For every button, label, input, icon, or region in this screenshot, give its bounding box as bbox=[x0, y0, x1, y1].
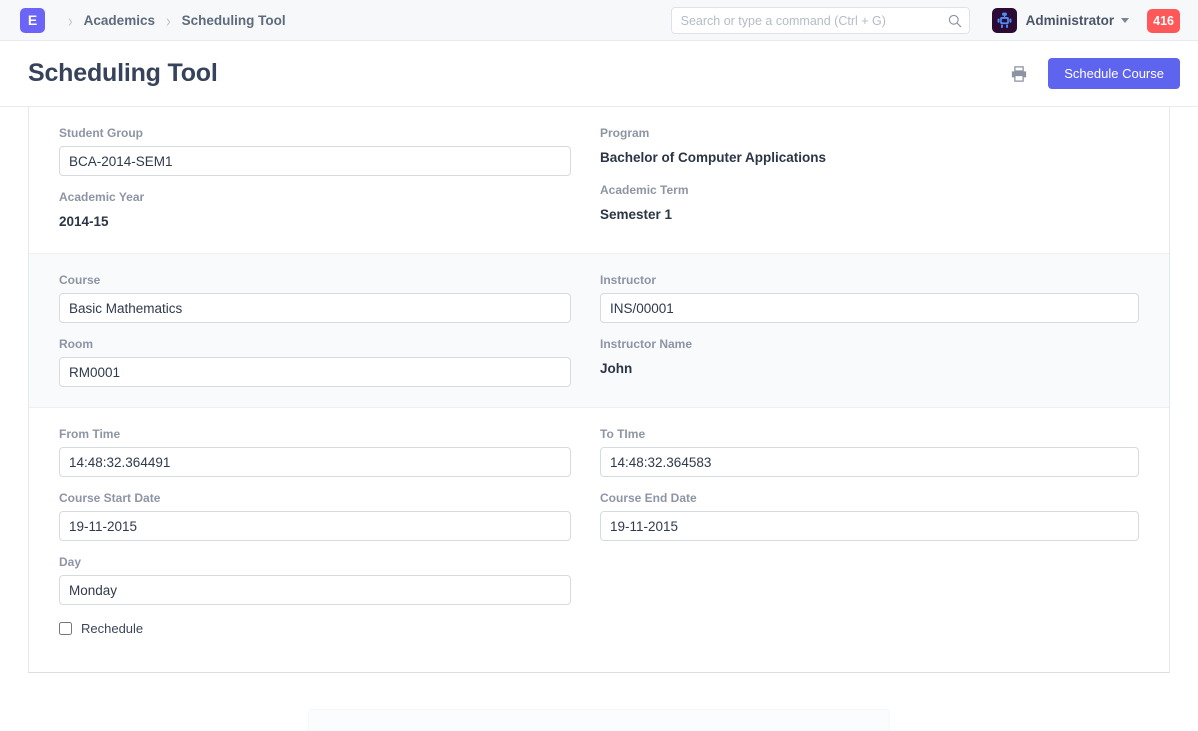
course-start-date-label: Course Start Date bbox=[59, 490, 571, 506]
academic-term-value: Semester 1 bbox=[600, 203, 1139, 226]
from-time-input[interactable] bbox=[59, 447, 571, 477]
room-input[interactable] bbox=[59, 357, 571, 387]
section2-right-column: Instructor Instructor Name John bbox=[599, 272, 1139, 387]
app-logo[interactable]: E bbox=[20, 8, 45, 33]
user-name-label: Administrator bbox=[1026, 13, 1115, 28]
course-label: Course bbox=[59, 272, 571, 288]
instructor-name-label: Instructor Name bbox=[600, 336, 1139, 352]
student-group-input[interactable] bbox=[59, 146, 571, 176]
page-wrapper: E › Academics › Scheduling Tool bbox=[0, 0, 1198, 731]
chevron-down-icon bbox=[1121, 18, 1129, 23]
student-group-section: Student Group Academic Year 2014-15 Prog… bbox=[29, 107, 1169, 253]
section1-left-column: Student Group Academic Year 2014-15 bbox=[59, 125, 599, 233]
rechedule-label: Rechedule bbox=[81, 621, 143, 636]
course-section: Course Room Instructor Instructor Name bbox=[29, 253, 1169, 408]
field-instructor: Instructor bbox=[600, 272, 1139, 323]
field-course: Course bbox=[59, 272, 571, 323]
field-program: Program Bachelor of Computer Application… bbox=[600, 125, 1139, 169]
breadcrumb-item-academics[interactable]: Academics bbox=[84, 13, 155, 28]
section2-left-column: Course Room bbox=[59, 272, 599, 387]
field-to-time: To TIme bbox=[600, 426, 1139, 477]
breadcrumb-separator-2: › bbox=[166, 11, 171, 29]
section1-right-column: Program Bachelor of Computer Application… bbox=[599, 125, 1139, 233]
breadcrumb-item-scheduling-tool[interactable]: Scheduling Tool bbox=[182, 13, 286, 28]
scheduling-form-card: Student Group Academic Year 2014-15 Prog… bbox=[28, 107, 1170, 673]
rechedule-checkbox-row: Rechedule bbox=[59, 621, 571, 636]
academic-year-label: Academic Year bbox=[59, 189, 571, 205]
instructor-label: Instructor bbox=[600, 272, 1139, 288]
search-container bbox=[671, 7, 970, 34]
student-group-label: Student Group bbox=[59, 125, 571, 141]
course-input[interactable] bbox=[59, 293, 571, 323]
page-title: Scheduling Tool bbox=[28, 59, 218, 88]
schedule-section: From Time Course Start Date Day Rechedul… bbox=[29, 408, 1169, 672]
field-course-end-date: Course End Date bbox=[600, 490, 1139, 541]
course-start-date-input[interactable] bbox=[59, 511, 571, 541]
day-input[interactable] bbox=[59, 575, 571, 605]
rechedule-checkbox[interactable] bbox=[59, 622, 72, 635]
notification-badge[interactable]: 416 bbox=[1147, 9, 1180, 33]
instructor-input[interactable] bbox=[600, 293, 1139, 323]
section3-left-column: From Time Course Start Date Day Rechedul… bbox=[59, 426, 599, 636]
page-content: Student Group Academic Year 2014-15 Prog… bbox=[0, 107, 1198, 673]
footer-panel bbox=[308, 709, 890, 731]
field-student-group: Student Group bbox=[59, 125, 571, 176]
course-end-date-label: Course End Date bbox=[600, 490, 1139, 506]
room-label: Room bbox=[59, 336, 571, 352]
field-instructor-name: Instructor Name John bbox=[600, 336, 1139, 380]
field-day: Day bbox=[59, 554, 571, 605]
day-label: Day bbox=[59, 554, 571, 570]
user-avatar-icon bbox=[992, 8, 1017, 33]
user-menu[interactable]: Administrator bbox=[992, 8, 1130, 33]
academic-term-label: Academic Term bbox=[600, 182, 1139, 198]
page-header-actions: Schedule Course bbox=[1008, 58, 1180, 89]
print-button[interactable] bbox=[1008, 63, 1030, 85]
navbar: E › Academics › Scheduling Tool bbox=[0, 0, 1198, 41]
page-header: Scheduling Tool Schedule Course bbox=[0, 41, 1198, 107]
breadcrumb-separator-1: › bbox=[68, 11, 73, 29]
course-end-date-input[interactable] bbox=[600, 511, 1139, 541]
instructor-name-value: John bbox=[600, 357, 1139, 380]
schedule-course-button[interactable]: Schedule Course bbox=[1048, 58, 1180, 89]
search-input[interactable] bbox=[671, 7, 970, 34]
program-value: Bachelor of Computer Applications bbox=[600, 146, 1139, 169]
section3-right-column: To TIme Course End Date bbox=[599, 426, 1139, 636]
printer-icon bbox=[1010, 65, 1028, 83]
academic-year-value: 2014-15 bbox=[59, 210, 571, 233]
field-from-time: From Time bbox=[59, 426, 571, 477]
navbar-right-group: Administrator 416 bbox=[671, 0, 1180, 41]
field-academic-year: Academic Year 2014-15 bbox=[59, 189, 571, 233]
breadcrumb: › Academics › Scheduling Tool bbox=[57, 13, 286, 28]
to-time-label: To TIme bbox=[600, 426, 1139, 442]
from-time-label: From Time bbox=[59, 426, 571, 442]
field-course-start-date: Course Start Date bbox=[59, 490, 571, 541]
field-academic-term: Academic Term Semester 1 bbox=[600, 182, 1139, 226]
program-label: Program bbox=[600, 125, 1139, 141]
to-time-input[interactable] bbox=[600, 447, 1139, 477]
field-room: Room bbox=[59, 336, 571, 387]
